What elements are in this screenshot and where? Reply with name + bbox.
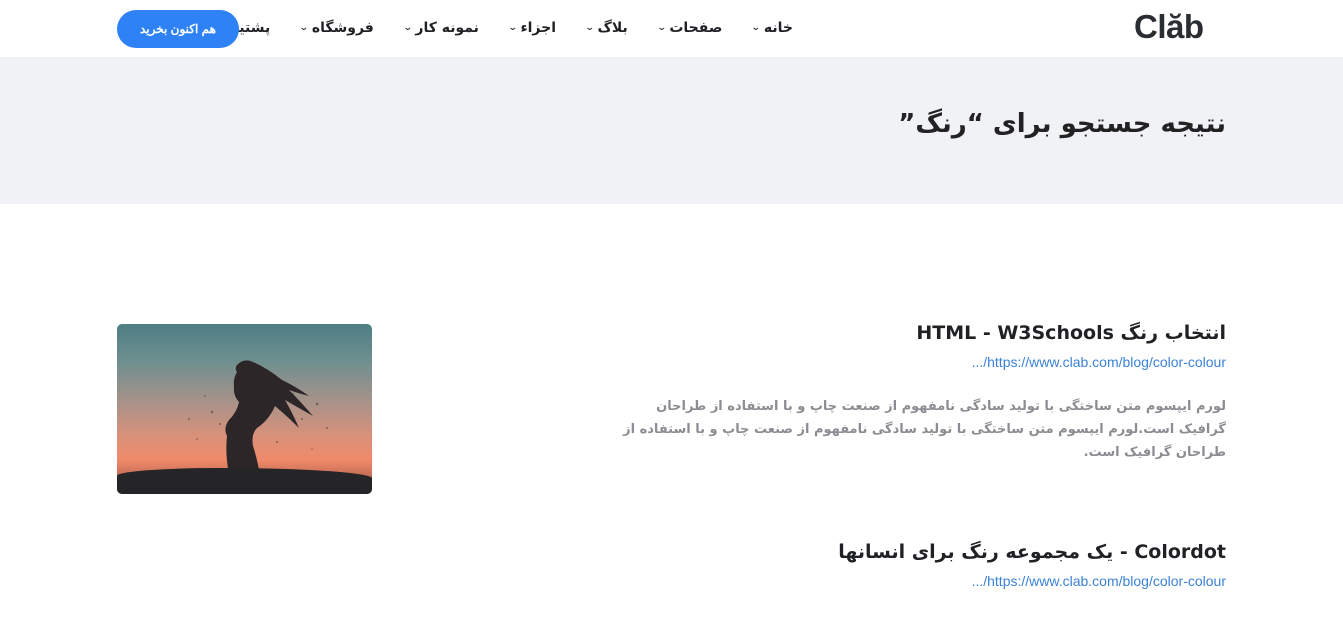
search-result: Colordot - یک مجموعه رنگ برای انسانها ht…	[838, 541, 1226, 589]
nav-item-portfolio[interactable]: نمونه کار ⌄	[402, 20, 479, 36]
result-url-link[interactable]: https://www.clab.com/blog/color-colour/.…	[606, 354, 1226, 370]
nav-item-shop[interactable]: فروشگاه ⌄	[299, 20, 374, 36]
search-banner: نتیجه جستجو برای “رنگ”	[0, 57, 1343, 204]
nav-item-pages[interactable]: صفحات ⌄	[656, 20, 723, 36]
nav-item-label: صفحات	[669, 20, 723, 36]
chevron-down-icon: ⌄	[402, 23, 413, 33]
nav-item-blog[interactable]: بلاگ ⌄	[584, 20, 628, 36]
nav-item-label: نمونه کار	[415, 20, 479, 36]
search-result: انتخاب رنگ HTML - W3Schools https://www.…	[606, 322, 1226, 464]
chevron-down-icon: ⌄	[584, 23, 595, 33]
main-nav: خانه ⌄ صفحات ⌄ بلاگ ⌄ اجزاء ⌄ نمونه کار …	[196, 17, 793, 39]
buy-now-button[interactable]: هم اکنون بخرید	[117, 10, 239, 48]
nav-item-home[interactable]: خانه ⌄	[751, 20, 793, 36]
nav-item-label: اجزاء	[520, 20, 556, 36]
ground-shape	[117, 468, 372, 494]
page-title: نتیجه جستجو برای “رنگ”	[898, 109, 1226, 139]
nav-item-label: فروشگاه	[311, 20, 374, 36]
site-header: Clăb خانه ⌄ صفحات ⌄ بلاگ ⌄ اجزاء ⌄ نمونه…	[0, 0, 1343, 57]
result-thumbnail-image[interactable]	[117, 324, 372, 494]
result-url-link[interactable]: https://www.clab.com/blog/color-colour/.…	[838, 573, 1226, 589]
nav-item-label: خانه	[763, 20, 793, 36]
chevron-down-icon: ⌄	[751, 23, 762, 33]
logo[interactable]: Clăb	[1134, 8, 1204, 46]
result-title-link[interactable]: انتخاب رنگ HTML - W3Schools	[606, 322, 1226, 344]
nav-item-components[interactable]: اجزاء ⌄	[507, 20, 556, 36]
chevron-down-icon: ⌄	[656, 23, 667, 33]
result-description: لورم ایپسوم متن ساختگی با تولید سادگی نا…	[623, 399, 1226, 460]
nav-item-label: بلاگ	[597, 20, 628, 36]
result-title-link[interactable]: Colordot - یک مجموعه رنگ برای انسانها	[838, 541, 1226, 563]
chevron-down-icon: ⌄	[507, 23, 518, 33]
chevron-down-icon: ⌄	[299, 23, 309, 33]
